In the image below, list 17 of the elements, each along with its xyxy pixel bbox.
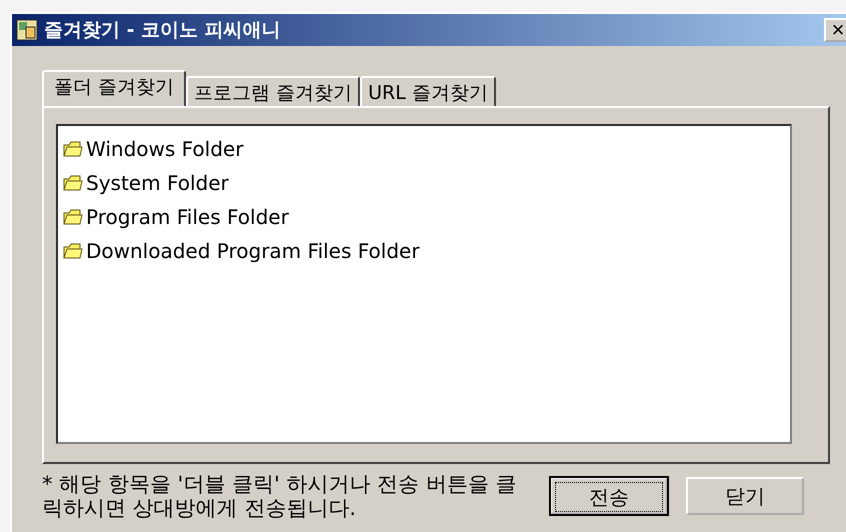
- folder-icon: [62, 139, 84, 159]
- window-title: 즐겨찾기 - 코이노 피씨애니: [44, 18, 282, 43]
- folder-icon: [62, 207, 84, 227]
- close-button[interactable]: ×: [824, 18, 846, 42]
- folder-icon: [62, 241, 84, 261]
- list-item[interactable]: Program Files Folder: [86, 205, 289, 229]
- list-item[interactable]: Windows Folder: [86, 137, 244, 161]
- tab[interactable]: URL 즐겨찾기: [360, 76, 496, 106]
- dialog-button[interactable]: 닫기: [686, 477, 804, 515]
- tab[interactable]: 프로그램 즐겨찾기: [186, 76, 360, 106]
- folder-icon: [62, 173, 84, 193]
- app-icon: [16, 19, 38, 41]
- hint-text: * 해당 항목을 '더블 클릭' 하시거나 전송 버튼을 클릭하시면 상대방에게 전송됩니다.: [42, 472, 518, 520]
- dialog-button[interactable]: 전송: [550, 477, 668, 515]
- list-item[interactable]: Downloaded Program Files Folder: [86, 239, 420, 263]
- list-item[interactable]: System Folder: [86, 171, 229, 195]
- tab[interactable]: 폴더 즐겨찾기: [42, 70, 186, 106]
